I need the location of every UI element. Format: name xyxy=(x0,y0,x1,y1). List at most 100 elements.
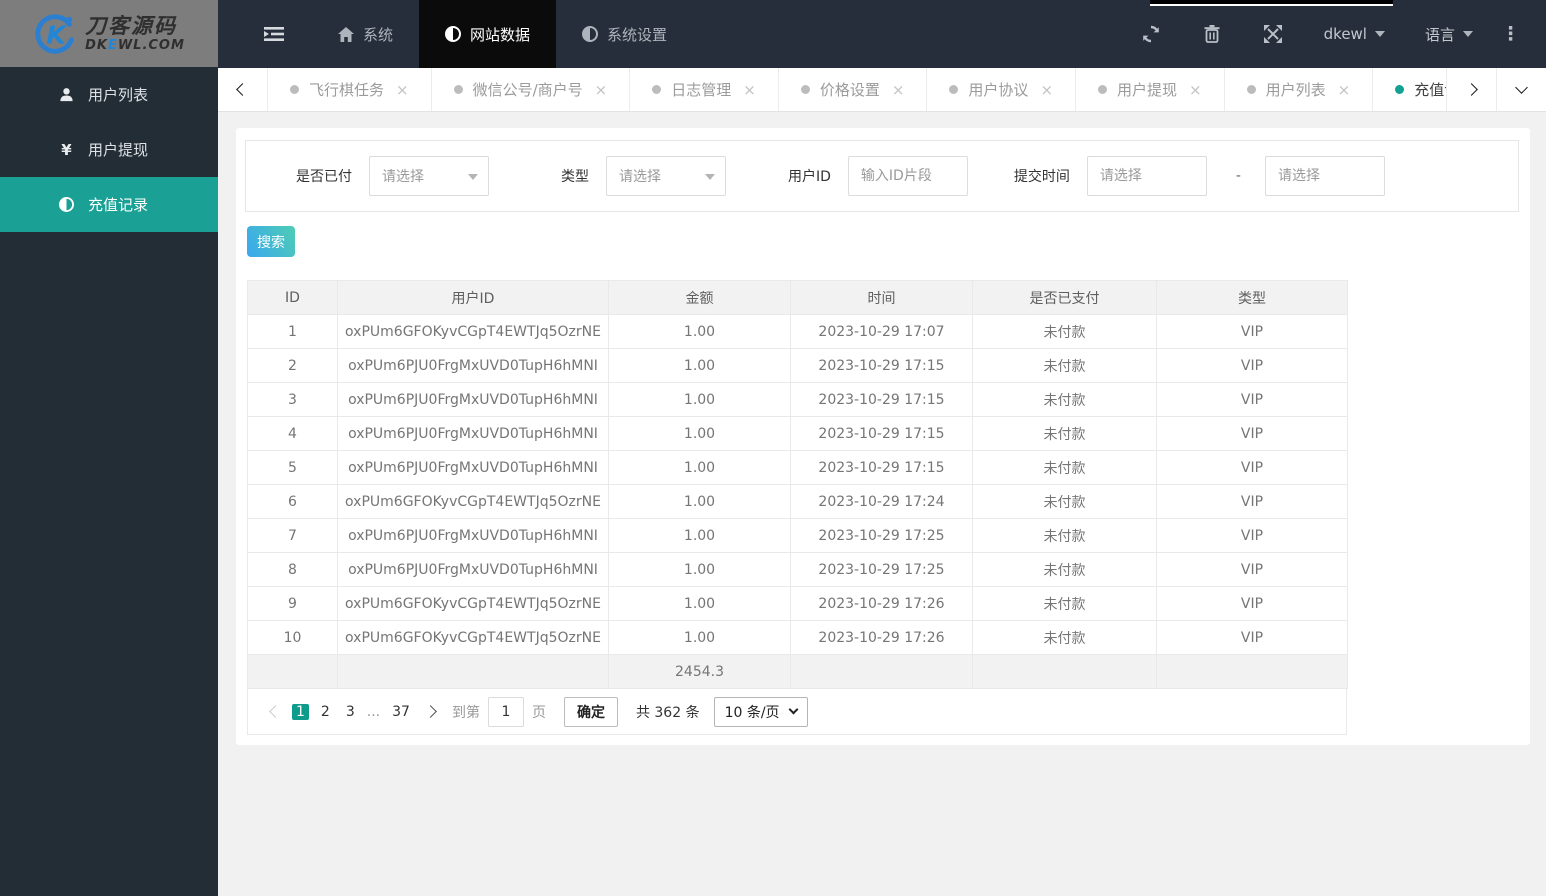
table-row: 2 oxPUm6PJU0FrgMxUVD0TupH6hMNI 1.00 2023-10… xyxy=(247,348,1348,383)
goto-page-input[interactable] xyxy=(487,696,524,727)
tabs-menu-button[interactable] xyxy=(1496,68,1546,111)
navbar-right-tools: dkewl 语言 ⋮ xyxy=(1120,0,1546,68)
more-options-button[interactable]: ⋮ xyxy=(1493,23,1536,45)
filter-label-paid: 是否已付 xyxy=(296,169,352,185)
sidebar-item-user-list[interactable]: 用户列表 xyxy=(0,67,218,122)
table-cell: oxPUm6GFOKyvCGpT4EWTJq5OzrNE xyxy=(337,620,609,655)
table-cell: 1.00 xyxy=(608,382,791,417)
page-button[interactable]: 3 xyxy=(342,704,359,720)
tab-label: 日志管理 xyxy=(671,81,732,99)
table-cell: 2023-10-29 17:26 xyxy=(790,586,973,621)
table-row: 7 oxPUm6PJU0FrgMxUVD0TupH6hMNI 1.00 2023-10… xyxy=(247,518,1348,553)
goto-page-label: 到第 xyxy=(451,704,480,721)
tabs-scroll-right-button[interactable] xyxy=(1446,68,1496,111)
tab-item[interactable]: 日志管理 × xyxy=(630,68,779,111)
clear-cache-button[interactable] xyxy=(1182,0,1242,68)
tab-item[interactable]: 用户提现 × xyxy=(1076,68,1225,111)
chevron-down-icon xyxy=(705,174,715,180)
total-count-label: 共 362 条 xyxy=(635,704,700,721)
sidebar-item-recharge-records[interactable]: 充值记录 xyxy=(0,177,218,232)
table-cell: 4 xyxy=(247,416,338,451)
table-cell: 1.00 xyxy=(608,552,791,587)
fullscreen-button[interactable] xyxy=(1242,0,1304,68)
brand-text: 刀客源码 DKEWL.COM xyxy=(85,15,185,52)
tab-dot-icon xyxy=(1246,85,1256,94)
chevron-down-icon xyxy=(788,704,799,715)
table-cell: VIP xyxy=(1156,314,1348,349)
tab-close-icon[interactable]: × xyxy=(1040,81,1053,99)
user-menu[interactable]: dkewl xyxy=(1304,0,1405,68)
select-placeholder: 请选择 xyxy=(382,169,424,185)
tab-close-icon[interactable]: × xyxy=(595,81,608,99)
tab-close-icon[interactable]: × xyxy=(892,81,905,99)
page-button[interactable]: 37 xyxy=(388,704,414,720)
table-cell: 1.00 xyxy=(608,620,791,655)
tab-dot-icon xyxy=(290,85,299,94)
tab-item[interactable]: 价格设置 × xyxy=(779,68,928,111)
table-cell: 1.00 xyxy=(608,450,791,485)
table-cell: 2023-10-29 17:15 xyxy=(790,348,973,383)
tab-item[interactable]: 用户列表 × xyxy=(1225,68,1374,111)
page-size-select[interactable]: 10 条/页 xyxy=(713,696,808,727)
table-cell: 未付款 xyxy=(972,314,1157,349)
tabs-scroll-left-button[interactable] xyxy=(218,68,268,111)
nav-item-site-data[interactable]: 网站数据 xyxy=(419,0,557,68)
tab-label: 价格设置 xyxy=(819,81,880,99)
confirm-page-button[interactable]: 确定 xyxy=(563,696,618,727)
tab-close-icon[interactable]: × xyxy=(743,81,756,99)
table-cell: oxPUm6PJU0FrgMxUVD0TupH6hMNI xyxy=(337,552,609,587)
total-amount-cell: 2454.3 xyxy=(608,654,791,689)
content-card: 是否已付 请选择 类型 请选择 用户ID 输入ID片段 提交时间 请选择 - 请… xyxy=(236,128,1530,745)
sidebar-item-user-withdraw[interactable]: ¥ 用户提现 xyxy=(0,122,218,177)
tab-close-icon[interactable]: × xyxy=(396,81,409,99)
current-page-button[interactable]: 1 xyxy=(292,703,309,720)
table-cell: 1.00 xyxy=(608,348,791,383)
footer-cell xyxy=(1156,654,1348,689)
table-cell: oxPUm6GFOKyvCGpT4EWTJq5OzrNE xyxy=(337,586,609,621)
type-select[interactable]: 请选择 xyxy=(606,156,726,196)
sidebar-toggle-button[interactable] xyxy=(218,0,312,68)
table-cell: VIP xyxy=(1156,348,1348,383)
footer-cell xyxy=(972,654,1157,689)
search-button[interactable]: 搜索 xyxy=(247,226,295,257)
nav-item-system-settings[interactable]: 系统设置 xyxy=(556,0,693,68)
time-to-input[interactable] xyxy=(1264,156,1385,196)
table-cell: 10 xyxy=(247,620,338,655)
prev-page-button[interactable] xyxy=(262,699,288,725)
tab-item[interactable]: 飞行棋任务 × xyxy=(268,68,432,111)
column-header: 是否已支付 xyxy=(972,280,1157,315)
table-cell: VIP xyxy=(1156,586,1348,621)
table-cell: 6 xyxy=(247,484,338,519)
time-from-input[interactable] xyxy=(1086,156,1207,196)
paid-status-select[interactable]: 请选择 xyxy=(369,156,489,196)
brand-logo[interactable]: K 刀客源码 DKEWL.COM xyxy=(0,0,218,67)
language-menu[interactable]: 语言 xyxy=(1405,0,1493,68)
table-cell: 1.00 xyxy=(608,586,791,621)
chevron-right-icon xyxy=(1465,83,1478,96)
table-body: 1 oxPUm6GFOKyvCGpT4EWTJq5OzrNE 1.00 2023-10… xyxy=(247,314,1348,655)
next-page-button[interactable] xyxy=(418,699,444,725)
adjust-icon xyxy=(582,26,599,42)
table-cell: 未付款 xyxy=(972,416,1157,451)
page-ellipsis: ... xyxy=(366,703,381,720)
nav-item-label: 网站数据 xyxy=(470,25,531,44)
tab-item[interactable]: 充值记录× xyxy=(1373,68,1446,111)
refresh-icon xyxy=(1142,25,1159,43)
filter-label-type: 类型 xyxy=(561,169,589,185)
page-button[interactable]: 2 xyxy=(317,704,334,720)
brand-logo-wrap: K 刀客源码 DKEWL.COM xyxy=(33,11,185,57)
tab-item[interactable]: 微信公号/商户号 × xyxy=(432,68,631,111)
tab-dot-icon xyxy=(1098,85,1108,94)
table-cell: 5 xyxy=(247,450,338,485)
nav-item-system[interactable]: 系统 xyxy=(312,0,419,68)
sidebar-menu: 用户列表 ¥ 用户提现 充值记录 xyxy=(0,67,218,232)
userid-input[interactable] xyxy=(847,156,968,196)
table-header-row: ID 用户ID 金额 时间 是否已支付 类型 xyxy=(247,280,1348,315)
top-black-strip xyxy=(1150,0,1393,6)
tab-item[interactable]: 用户协议 × xyxy=(927,68,1077,111)
table-cell: VIP xyxy=(1156,382,1348,417)
table-cell: 2 xyxy=(247,348,338,383)
tab-close-icon[interactable]: × xyxy=(1338,81,1351,99)
tab-close-icon[interactable]: × xyxy=(1189,81,1202,99)
refresh-button[interactable] xyxy=(1120,0,1182,68)
